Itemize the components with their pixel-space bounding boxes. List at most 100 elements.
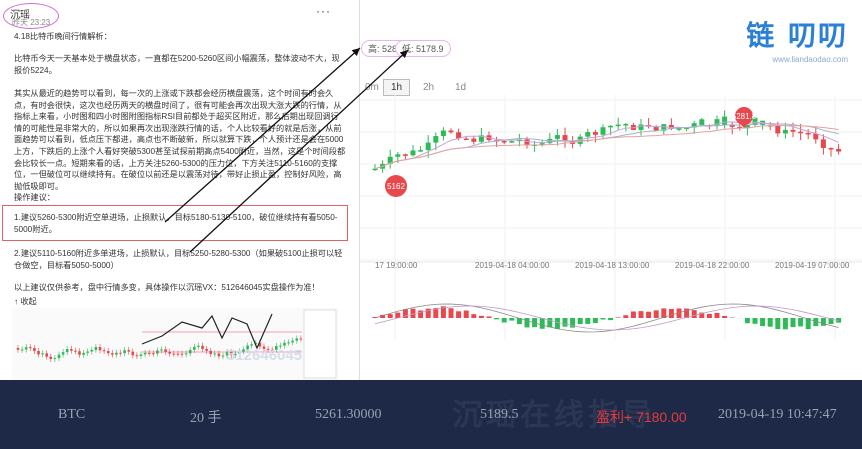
collapse-link[interactable]: ↑ 收起 [14, 296, 94, 308]
trade-profit: 盈利+ 7180.00 [596, 409, 687, 425]
trade-symbol: BTC [58, 407, 86, 422]
macd-bar [767, 318, 773, 327]
candle-body [722, 116, 728, 125]
analysis-post: 沉瑶 昨天 23:23 ··· 4.18比特币晚间行情解析： 比特币今天一天基本… [0, 0, 360, 380]
macd-bar [509, 318, 515, 321]
mini-candle-body [180, 353, 184, 355]
macd-bar [387, 314, 393, 318]
mini-candle-body [197, 345, 200, 347]
screenshot-root: 链 叨叨 www.liandaodao.com 高: 5285 低: 5178.… [0, 0, 862, 449]
macd-bar [623, 315, 629, 318]
post-attached-chart-image[interactable]: 512646045 [12, 308, 338, 380]
mini-candle-body [115, 352, 118, 355]
post-paragraph-analysis: 其实从最近的趋势可以看到，每一次的上涨或下跌都会经历横盘震荡，这个时间有时会久点… [14, 89, 346, 191]
macd-bar [547, 318, 553, 328]
candle-body [524, 139, 530, 146]
candle-body [410, 150, 416, 156]
more-options-icon[interactable]: ··· [316, 4, 331, 18]
candle-body [615, 124, 621, 127]
mini-candle-body [221, 355, 225, 357]
candle-body [425, 142, 431, 151]
mini-candle-body [37, 350, 40, 355]
macd-bar [577, 318, 583, 325]
mini-candle-body [250, 344, 253, 346]
mini-candle-body [143, 352, 147, 355]
mini-candle-body [135, 355, 139, 357]
post-title: 4.18比特币晚间行情解析： [14, 32, 112, 41]
macd-bar [668, 309, 674, 318]
mini-candle-body [299, 338, 303, 340]
macd-bar [638, 311, 644, 318]
mini-candle-body [65, 349, 69, 353]
macd-bar [782, 318, 788, 330]
macd-bar [478, 315, 484, 318]
macd-bar [691, 310, 697, 318]
mini-candle-body [82, 352, 85, 355]
macd-bar [608, 318, 614, 321]
candle-body [836, 148, 842, 152]
mini-candle-body [78, 351, 81, 355]
mini-candle-body [74, 350, 77, 352]
macd-bar [646, 311, 652, 318]
macd-bar [471, 314, 477, 318]
x-tick-label: 2019-04-18 13:00:00 [575, 261, 650, 270]
candle-body [699, 119, 705, 125]
macd-bar [798, 318, 804, 327]
ops-title: 操作建议： [14, 193, 55, 202]
mini-candle-body [94, 347, 98, 350]
mini-candle-body [49, 356, 53, 359]
candle-body [608, 125, 614, 128]
macd-bar [760, 318, 766, 327]
macd-bar [585, 318, 591, 324]
macd-bar [554, 318, 560, 330]
candle-body [433, 136, 439, 143]
macd-bar [653, 310, 659, 318]
macd-bar [524, 318, 530, 328]
mini-candle-body [119, 352, 122, 354]
macd-bar [592, 318, 598, 324]
mini-candle-body [45, 353, 48, 357]
macd-bar [714, 312, 720, 318]
mini-candle-body [24, 347, 28, 350]
macd-bar [775, 318, 781, 330]
macd-bar [600, 318, 606, 320]
macd-bar [615, 317, 621, 318]
macd-bar [448, 308, 454, 318]
candle-body [448, 130, 454, 133]
candle-body [509, 141, 515, 143]
candle-body [790, 129, 796, 132]
mini-candle-body [111, 353, 114, 355]
trough-price-label: 5162 [387, 182, 405, 191]
candle-body [585, 132, 591, 137]
operation-2: 2.建议5110-5160附近多单进场，止损默认，目标5250-5280-530… [14, 249, 343, 270]
x-tick-label: 17 19:00:00 [375, 261, 418, 270]
candle-body [820, 139, 826, 149]
mini-candle-body [188, 349, 192, 354]
candle-body [501, 140, 507, 143]
mini-candle-body [20, 349, 24, 351]
candle-body [676, 128, 682, 130]
post-time: 昨天 23:23 [12, 18, 51, 27]
mini-candle-body [152, 353, 155, 355]
mini-candle-body [283, 342, 286, 346]
mini-candle-body [41, 353, 44, 355]
mini-candle-body [291, 340, 294, 343]
x-tick-label: 2019-04-19 07:00:00 [775, 261, 850, 270]
trade-time: 2019-04-19 10:47:47 [718, 407, 837, 422]
macd-bar [630, 311, 636, 318]
entry-price: 5261.30000 [315, 407, 382, 422]
macd-bar [744, 318, 750, 324]
macd-bar [494, 318, 500, 320]
mini-candle-body [86, 351, 89, 353]
x-tick-label: 2019-04-18 22:00:00 [675, 261, 750, 270]
macd-bar [539, 318, 545, 329]
mini-candle-body [295, 338, 299, 341]
candle-body [798, 131, 804, 134]
candle-body [828, 148, 834, 150]
candle-body [653, 126, 659, 131]
macd-bar [486, 316, 492, 318]
mini-candle-body [53, 358, 57, 360]
mini-candle-body [287, 342, 290, 344]
mini-candle-body [213, 353, 217, 355]
mini-candle-body [61, 352, 65, 355]
